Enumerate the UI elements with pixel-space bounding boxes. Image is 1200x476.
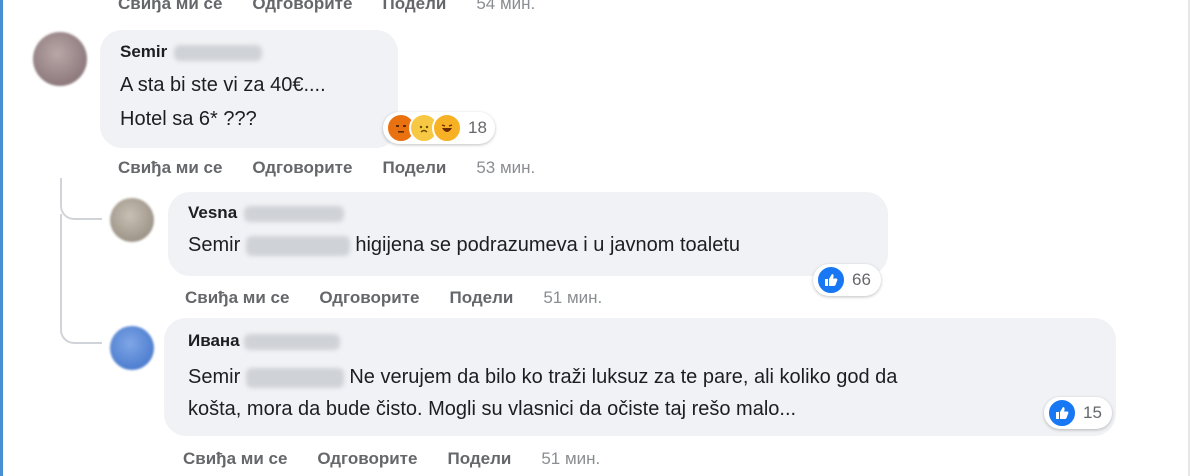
comment-bubble: Vesna Semir higijena se podrazumeva i u …	[168, 192, 888, 276]
reaction-summary[interactable]: 15	[1044, 397, 1112, 429]
blurred-surname	[243, 205, 344, 222]
like-link[interactable]: Свиђа ми се	[185, 288, 289, 308]
share-link[interactable]: Подели	[382, 158, 446, 178]
timestamp: 54 мин.	[476, 0, 536, 13]
blurred-surname	[173, 44, 262, 61]
timestamp: 51 мин.	[543, 288, 603, 307]
comment-text-line: Ne verujem da bilo ko traži luksuz za te…	[349, 366, 898, 388]
share-link[interactable]: Подели	[447, 449, 511, 469]
comment-actions: Свиђа ми се Одговорите Подели 51 мин.	[183, 449, 630, 469]
timestamp: 53 мин.	[476, 158, 536, 177]
like-link[interactable]: Свиђа ми се	[183, 449, 287, 469]
blurred-surname	[245, 367, 344, 388]
avatar[interactable]	[33, 32, 87, 86]
reply-link[interactable]: Одговорите	[319, 288, 419, 308]
reaction-summary[interactable]: 66	[813, 264, 881, 296]
like-reaction-icon	[816, 265, 846, 295]
comment-bubble: Semir A sta bi ste vi za 40€.... Hotel s…	[100, 30, 398, 148]
reaction-summary[interactable]: 18	[383, 112, 495, 144]
comment-text-line: košta, mora da bude čisto. Mogli su vlas…	[188, 398, 797, 420]
comment-bubble: Ивана Semir Ne verujem da bilo ko traži …	[164, 318, 1116, 436]
blurred-surname	[245, 235, 350, 256]
comment-author[interactable]: Ивана	[188, 331, 240, 350]
avatar[interactable]	[110, 198, 154, 242]
share-link[interactable]: Подели	[382, 0, 446, 14]
comment-author[interactable]: Semir	[120, 42, 167, 61]
comment-actions: Свиђа ми се Одговорите Подели 51 мин.	[185, 288, 632, 308]
prev-comment-actions: Свиђа ми се Одговорите Подели 54 мин.	[118, 0, 565, 14]
haha-reaction-icon	[432, 113, 462, 143]
like-link[interactable]: Свиђа ми се	[118, 158, 222, 178]
blurred-surname	[244, 333, 341, 350]
timestamp: 51 мин.	[541, 449, 601, 468]
avatar[interactable]	[110, 326, 154, 370]
reaction-count: 66	[852, 270, 871, 289]
left-border	[0, 0, 3, 476]
reply-link[interactable]: Одговорите	[252, 158, 352, 178]
comment-actions: Свиђа ми се Одговорите Подели 53 мин.	[118, 158, 565, 178]
comment-author[interactable]: Vesna	[188, 203, 237, 222]
comment-text-line: Hotel sa 6* ???	[120, 108, 257, 130]
thread-line	[60, 214, 102, 344]
reaction-count: 15	[1083, 403, 1102, 422]
like-link[interactable]: Свиђа ми се	[118, 0, 222, 14]
reply-link[interactable]: Одговорите	[252, 0, 352, 14]
comment-text-line: A sta bi ste vi za 40€....	[120, 74, 326, 96]
share-link[interactable]: Подели	[449, 288, 513, 308]
right-border	[1188, 0, 1190, 476]
reaction-count: 18	[468, 118, 487, 137]
like-reaction-icon	[1047, 398, 1077, 428]
reply-link[interactable]: Одговорите	[317, 449, 417, 469]
mention-link[interactable]: Semir	[188, 366, 240, 388]
mention-link[interactable]: Semir	[188, 234, 240, 256]
comment-text: higijena se podrazumeva i u javnom toale…	[355, 234, 741, 256]
